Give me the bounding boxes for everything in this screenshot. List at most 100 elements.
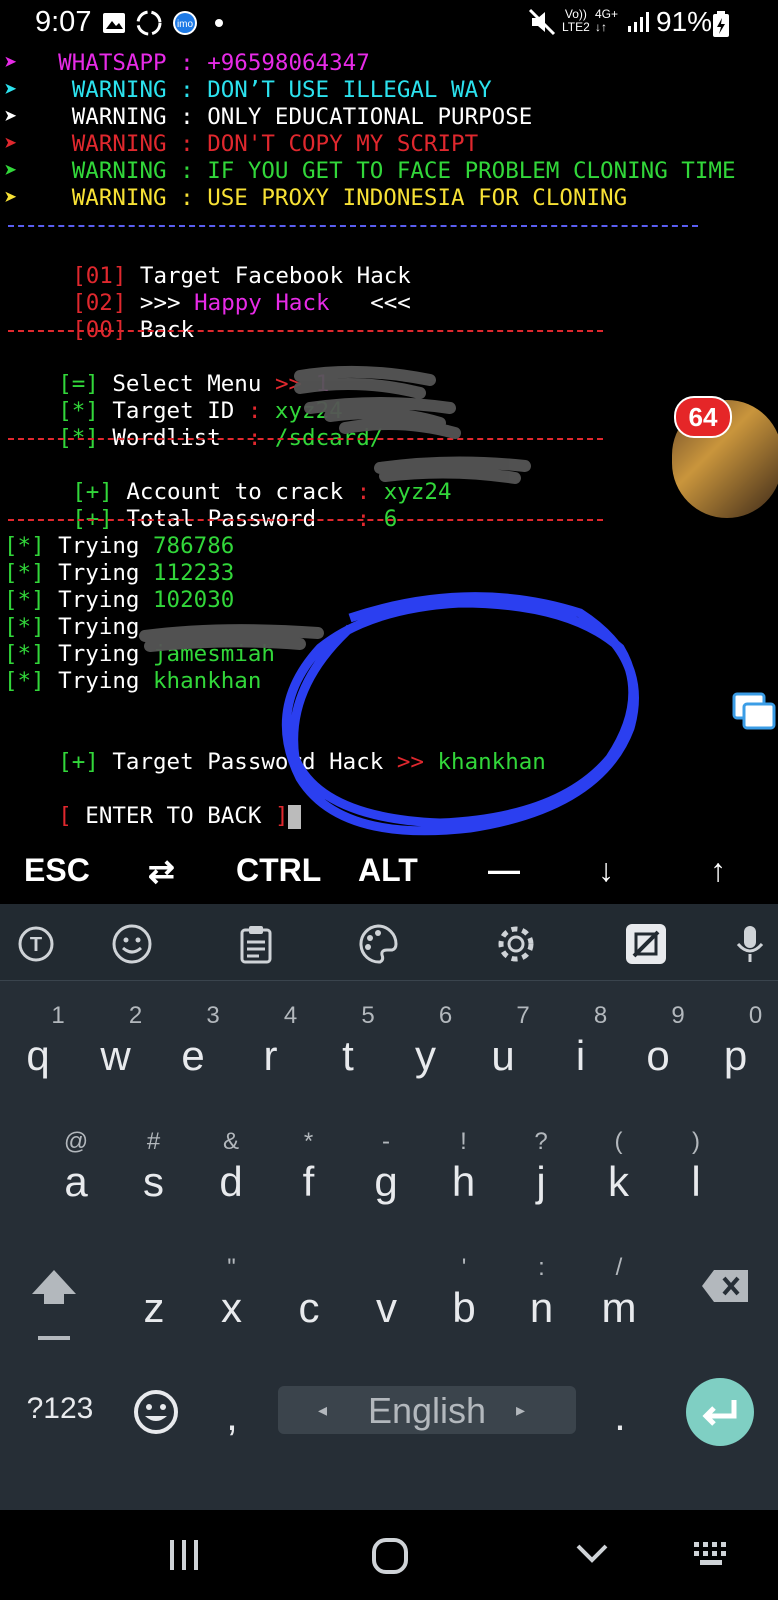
key-hint: 5 [361,1002,375,1029]
enter-key[interactable] [686,1378,754,1446]
key-hint: / [615,1254,623,1281]
key-hint: : [538,1254,545,1281]
key-hint: " [227,1254,236,1281]
key-hint: & [222,1128,239,1155]
key-i[interactable]: i [551,1032,611,1080]
key-hint: ( [614,1128,623,1155]
network-type: 4G+ ↓↑ [595,7,619,34]
key-hint: 7 [516,1002,530,1029]
status-time: 9:07 [35,6,92,38]
translate-icon[interactable]: T [14,922,58,966]
sticker-icon[interactable] [624,922,668,966]
recycle-icon [136,10,162,36]
enter-icon [702,1400,737,1426]
keyboard-toolbar: T [0,904,778,981]
key-e[interactable]: e [163,1032,223,1080]
space-right-arrow: ▸ [516,1400,526,1420]
key-hint: ! [460,1128,467,1155]
arrow-down-key[interactable]: ↓ [598,852,614,889]
signal-icon [628,12,649,32]
recent-apps-icon[interactable] [166,1538,202,1572]
keyboard-switch-icon[interactable] [692,1540,732,1570]
mute-icon [528,8,556,36]
symbols-key[interactable]: ?123 [20,1392,100,1426]
key-d[interactable]: d [201,1158,261,1206]
tab-key[interactable]: ⇄ [148,852,175,890]
key-j[interactable]: j [511,1158,571,1206]
arrow-up-key[interactable]: ↑ [710,852,726,889]
key-p[interactable]: p [706,1032,766,1080]
key-u[interactable]: u [473,1032,533,1080]
key-s[interactable]: s [124,1158,184,1206]
svg-text:imo: imo [177,19,194,30]
key-hint: ) [692,1128,700,1155]
battery-percent: 91% [656,6,713,37]
key-h[interactable]: h [434,1158,494,1206]
terminal-output[interactable]: ➤ WHATSAPP : +96598064347 ➤ WARNING : DON… [0,48,778,838]
dot-icon [215,19,223,27]
key-hint: * [303,1128,314,1155]
microphone-icon[interactable] [728,922,772,966]
key-y[interactable]: y [396,1032,456,1080]
emoji-icon[interactable] [110,922,154,966]
comma-key[interactable]: , [202,1392,262,1440]
svg-text:T: T [30,934,42,956]
gallery-icon [103,13,125,33]
floating-window-icon[interactable] [732,692,778,732]
ctrl-key[interactable]: CTRL [236,852,321,889]
key-hint: @ [63,1128,89,1155]
key-z[interactable]: z [124,1284,184,1332]
key-hint: ? [534,1128,548,1155]
home-icon[interactable] [370,1536,410,1576]
esc-key[interactable]: ESC [24,852,90,889]
dash-key[interactable]: — [488,852,520,889]
key-hint: 8 [593,1002,608,1029]
key-b[interactable]: b [434,1284,494,1332]
backspace-icon[interactable] [700,1268,750,1304]
key-hint: ' [461,1254,467,1281]
terminal-extra-keys: ESC ⇄ CTRL ALT — ↓ ↑ [0,838,778,904]
key-t[interactable]: t [318,1032,378,1080]
alt-key[interactable]: ALT [358,852,418,889]
key-hint: 3 [206,1002,220,1029]
key-r[interactable]: r [241,1032,301,1080]
key-hint: 9 [671,1002,685,1029]
key-hint: # [146,1128,161,1155]
back-down-icon[interactable] [574,1542,610,1566]
key-o[interactable]: o [628,1032,688,1080]
key-l[interactable]: l [666,1158,726,1206]
key-m[interactable]: m [589,1284,649,1332]
imo-icon: imo [173,11,197,35]
key-k[interactable]: k [589,1158,649,1206]
status-bar: 9:07 imo Vo)) LTE2 4G+ ↓↑ 91% [0,0,778,48]
key-g[interactable]: g [356,1158,416,1206]
key-hint: - [382,1128,390,1155]
key-f[interactable]: f [279,1158,339,1206]
shift-icon[interactable] [28,1260,80,1340]
key-hint: 2 [128,1002,143,1029]
key-v[interactable]: v [357,1284,417,1332]
clipboard-icon[interactable] [234,922,278,966]
soft-keyboard: T q 1w 2e 3r 4t 5y 6u 7i 8o 9p 0 a @ s # d & f * g - h! j? k ( l… [0,904,778,1510]
key-c[interactable]: c [279,1284,339,1332]
blue-circle-scribble [281,592,639,836]
settings-gear-icon[interactable] [494,922,538,966]
key-x[interactable]: x [202,1284,262,1332]
key-hint: 6 [438,1002,453,1029]
period-key[interactable]: . [590,1392,650,1440]
palette-icon[interactable] [356,922,400,966]
key-hint: 4 [283,1002,298,1029]
notification-badge: 64 [674,396,732,438]
key-n[interactable]: n [512,1284,572,1332]
redaction-scribbles [139,365,639,836]
space-language-label: English [367,1390,487,1431]
space-bar[interactable]: ◂ English ▸ [278,1386,576,1434]
key-hint: 1 [51,1002,65,1029]
key-a[interactable]: a [46,1158,106,1206]
key-w[interactable]: w [86,1032,146,1080]
navigation-bar [0,1510,778,1600]
emoji-key-icon[interactable] [132,1388,180,1436]
key-q[interactable]: q [8,1032,68,1080]
key-hint: 0 [748,1002,763,1029]
volte-indicator: Vo)) LTE2 [562,7,590,34]
